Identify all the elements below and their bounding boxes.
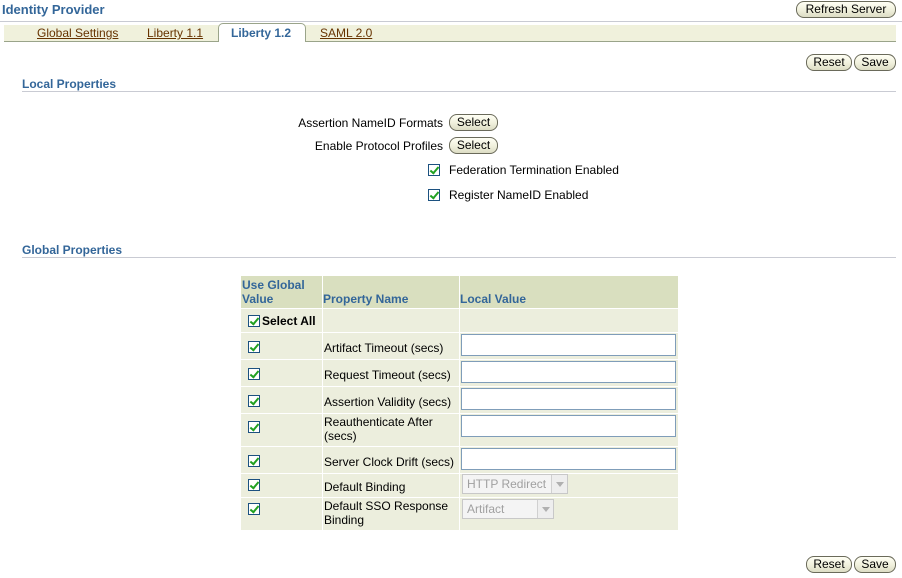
global-properties-divider [22, 257, 896, 258]
use-global-checkbox-request-timeout[interactable] [248, 368, 260, 380]
property-name-default-sso-response-binding: Default SSO Response Binding [324, 499, 449, 527]
nameid-formats-select-button[interactable]: Select [449, 114, 498, 131]
property-name-artifact-timeout: Artifact Timeout (secs) [324, 341, 444, 355]
refresh-server-button[interactable]: Refresh Server [796, 1, 896, 18]
save-button-bottom[interactable]: Save [854, 556, 896, 573]
nameid-formats-label: Assertion NameID Formats [298, 116, 443, 130]
row-divider [241, 386, 678, 387]
row-divider [241, 413, 678, 414]
column-header-local-value: Local Value [460, 292, 527, 306]
default-sso-response-binding-select-value: Artifact [467, 502, 505, 516]
protocol-profiles-label: Enable Protocol Profiles [314, 139, 443, 153]
tab-liberty-1-1[interactable]: Liberty 1.1 [147, 25, 203, 41]
property-name-default-binding: Default Binding [324, 480, 406, 494]
column-divider [459, 276, 460, 530]
save-button-top[interactable]: Save [854, 54, 896, 71]
property-name-assertion-validity: Assertion Validity (secs) [324, 395, 452, 409]
federation-termination-checkbox[interactable] [428, 164, 440, 176]
column-divider [322, 276, 323, 530]
reset-button-bottom[interactable]: Reset [806, 556, 852, 573]
use-global-checkbox-default-sso-response-binding[interactable] [248, 503, 260, 515]
property-name-server-clock-drift: Server Clock Drift (secs) [324, 455, 455, 469]
local-value-input-server-clock-drift[interactable] [461, 448, 676, 470]
use-global-checkbox-default-binding[interactable] [248, 479, 260, 491]
page-title: Identity Provider [2, 2, 105, 17]
column-header-property-name: Property Name [323, 292, 409, 306]
local-value-input-assertion-validity[interactable] [461, 388, 676, 410]
register-nameid-label: Register NameID Enabled [449, 188, 589, 202]
row-divider [241, 359, 678, 360]
property-name-reauthenticate-after: Reauthenticate After (secs) [324, 415, 433, 443]
row-divider [241, 332, 678, 333]
header-divider [0, 21, 902, 22]
use-global-checkbox-assertion-validity[interactable] [248, 395, 260, 407]
local-properties-heading: Local Properties [22, 77, 117, 91]
local-value-input-request-timeout[interactable] [461, 361, 676, 383]
local-value-input-artifact-timeout[interactable] [461, 334, 676, 356]
select-all-checkbox[interactable] [248, 315, 260, 327]
column-header-use-global: Use Global Value [242, 278, 305, 306]
default-binding-select-value: HTTP Redirect [467, 477, 547, 491]
chevron-down-icon [537, 500, 553, 518]
register-nameid-checkbox[interactable] [428, 189, 440, 201]
property-name-request-timeout: Request Timeout (secs) [324, 368, 451, 382]
federation-termination-label: Federation Termination Enabled [449, 163, 619, 177]
select-all-label: Select All [262, 314, 316, 328]
local-properties-divider [22, 91, 896, 92]
row-divider [241, 497, 678, 498]
row-divider [241, 308, 678, 309]
row-divider [241, 446, 678, 447]
tab-global-settings[interactable]: Global Settings [37, 25, 118, 41]
local-value-input-reauthenticate-after[interactable] [461, 415, 676, 437]
default-binding-select[interactable]: HTTP Redirect [462, 474, 568, 494]
use-global-checkbox-reauthenticate-after[interactable] [248, 421, 260, 433]
protocol-profiles-select-button[interactable]: Select [449, 137, 498, 154]
reset-button-top[interactable]: Reset [806, 54, 852, 71]
use-global-checkbox-server-clock-drift[interactable] [248, 455, 260, 467]
tab-bar: Global Settings Liberty 1.1 Liberty 1.2 … [4, 23, 896, 42]
row-divider [241, 473, 678, 474]
tab-liberty-1-2[interactable]: Liberty 1.2 [218, 23, 306, 42]
global-properties-table: Use Global Value Property Name Local Val… [241, 276, 678, 530]
global-properties-heading: Global Properties [22, 243, 123, 257]
use-global-checkbox-artifact-timeout[interactable] [248, 341, 260, 353]
default-sso-response-binding-select[interactable]: Artifact [462, 499, 554, 519]
tab-saml-2-0[interactable]: SAML 2.0 [320, 25, 372, 41]
chevron-down-icon [551, 475, 567, 493]
